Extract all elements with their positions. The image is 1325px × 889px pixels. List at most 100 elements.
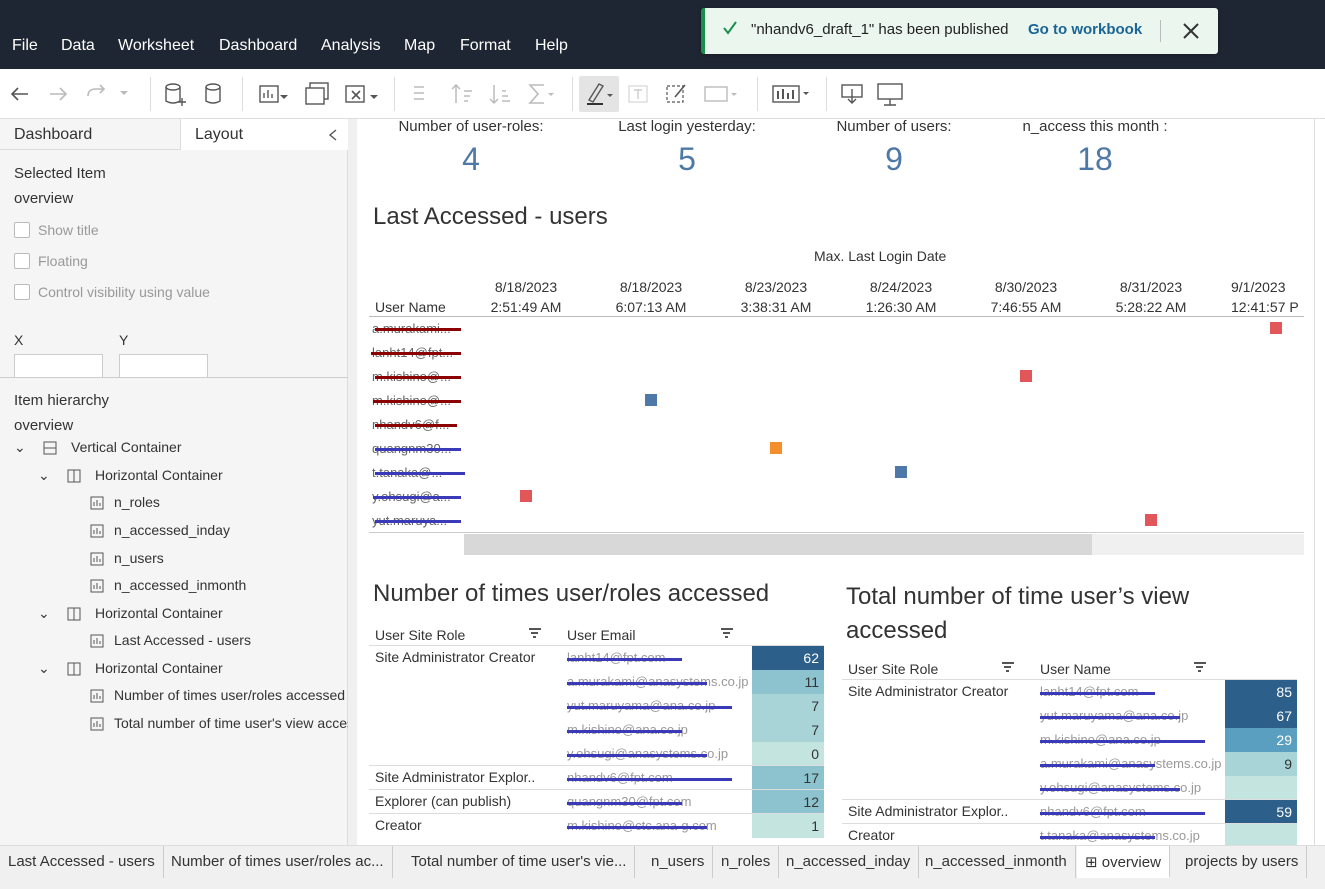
new-worksheet-icon[interactable] <box>258 81 288 107</box>
access-count-cell[interactable] <box>1225 776 1297 800</box>
site-role-cell[interactable]: Creator <box>848 827 895 843</box>
access-count-cell[interactable]: 7 <box>752 694 824 718</box>
kpi-users-value[interactable]: 9 <box>794 141 994 178</box>
hierarchy-item-total-number-of-views[interactable]: Total number of time user's view accesse… <box>114 715 348 731</box>
tab-n-accessed-inday[interactable]: n_accessed_inday <box>778 846 920 878</box>
clear-sheet-icon[interactable] <box>344 81 378 107</box>
menu-data[interactable]: Data <box>61 37 95 55</box>
table2-role-header[interactable]: User Site Role <box>848 661 938 677</box>
scrollbar-thumb[interactable] <box>464 534 1092 555</box>
hierarchy-item-horizontal-container[interactable]: Horizontal Container <box>95 660 223 676</box>
login-mark[interactable] <box>520 490 532 502</box>
tab-n-roles[interactable]: n_roles <box>713 846 780 878</box>
hierarchy-item-horizontal-container[interactable]: Horizontal Container <box>95 467 223 483</box>
duplicate-sheet-icon[interactable] <box>304 81 330 107</box>
go-to-workbook-link[interactable]: Go to workbook <box>1028 21 1142 38</box>
menu-analysis[interactable]: Analysis <box>321 37 381 55</box>
access-count-cell[interactable]: 9 <box>1225 752 1297 776</box>
x-position-input[interactable] <box>14 354 103 378</box>
y-position-input[interactable] <box>119 354 208 378</box>
sort-icon[interactable] <box>1001 661 1015 675</box>
access-count-cell[interactable]: 12 <box>752 790 824 814</box>
site-role-cell[interactable]: Site Administrator Creator <box>848 683 1008 699</box>
swap-rows-columns-icon[interactable] <box>410 81 434 107</box>
access-count-cell[interactable] <box>1225 824 1297 845</box>
hierarchy-item-n-users[interactable]: n_users <box>114 550 164 566</box>
kpi-last-login-value[interactable]: 5 <box>587 141 787 178</box>
site-role-cell[interactable]: Creator <box>375 817 422 833</box>
access-count-cell[interactable]: 67 <box>1225 704 1297 728</box>
hierarchy-item-last-accessed-users[interactable]: Last Accessed - users <box>114 632 251 648</box>
login-mark[interactable] <box>895 466 907 478</box>
site-role-cell[interactable]: Explorer (can publish) <box>375 793 511 809</box>
table2-name-header[interactable]: User Name <box>1040 661 1111 677</box>
hierarchy-item-n-accessed-inmonth[interactable]: n_accessed_inmonth <box>114 577 246 593</box>
menu-dashboard[interactable]: Dashboard <box>219 37 297 55</box>
menu-map[interactable]: Map <box>404 37 435 55</box>
access-count-cell[interactable]: 7 <box>752 718 824 742</box>
access-count-cell[interactable]: 17 <box>752 766 824 790</box>
site-role-cell[interactable]: Site Administrator Creator <box>375 649 535 665</box>
chevron-down-icon[interactable]: ⌄ <box>38 605 52 622</box>
access-count-cell[interactable]: 1 <box>752 814 824 838</box>
tab-number-of-times[interactable]: Number of times user/roles ac... <box>163 846 393 878</box>
login-mark[interactable] <box>770 442 782 454</box>
fit-icon[interactable] <box>703 81 743 107</box>
horizontal-scrollbar[interactable] <box>464 534 1304 555</box>
login-mark[interactable] <box>1270 322 1282 334</box>
replay-icon[interactable] <box>84 81 128 107</box>
tab-layout[interactable]: Layout <box>181 119 348 150</box>
site-role-cell[interactable]: Site Administrator Explor.. <box>375 769 535 785</box>
hierarchy-item-horizontal-container[interactable]: Horizontal Container <box>95 605 223 621</box>
login-mark[interactable] <box>1145 514 1157 526</box>
table1-role-header[interactable]: User Site Role <box>375 627 465 643</box>
tab-overview[interactable]: ⊞ overview <box>1077 846 1170 878</box>
download-icon[interactable] <box>840 81 864 107</box>
sort-ascending-icon[interactable] <box>450 81 474 107</box>
new-datasource-icon[interactable] <box>163 81 187 107</box>
show-me-icon[interactable] <box>771 81 813 107</box>
site-role-cell[interactable]: Site Administrator Explor.. <box>848 803 1008 819</box>
tab-last-accessed-users[interactable]: Last Accessed - users <box>0 846 164 878</box>
close-icon[interactable] <box>1182 22 1200 40</box>
kpi-access-month-value[interactable]: 18 <box>995 141 1195 178</box>
sort-descending-icon[interactable] <box>488 81 512 107</box>
format-workbook-icon[interactable] <box>665 81 689 107</box>
sort-icon[interactable] <box>720 627 734 641</box>
hierarchy-item-n-roles[interactable]: n_roles <box>114 494 160 510</box>
menu-help[interactable]: Help <box>535 37 568 55</box>
tab-n-users[interactable]: n_users <box>643 846 714 878</box>
highlight-icon[interactable] <box>579 76 619 112</box>
undo-icon[interactable] <box>8 81 30 107</box>
access-count-cell[interactable]: 59 <box>1225 800 1297 824</box>
floating-checkbox[interactable] <box>14 253 30 269</box>
access-count-cell[interactable]: 62 <box>752 646 824 670</box>
table1-email-header[interactable]: User Email <box>567 627 635 643</box>
control-visibility-checkbox[interactable] <box>14 284 30 300</box>
tab-n-accessed-inmonth[interactable]: n_accessed_inmonth <box>917 846 1076 878</box>
login-mark[interactable] <box>1020 370 1032 382</box>
access-count-cell[interactable]: 29 <box>1225 728 1297 752</box>
login-mark[interactable] <box>645 394 657 406</box>
tab-total-number[interactable]: Total number of time user's vie... <box>403 846 636 878</box>
sort-icon[interactable] <box>528 627 542 641</box>
redo-icon[interactable] <box>48 81 70 107</box>
totals-icon[interactable] <box>526 81 556 107</box>
pause-datasource-icon[interactable] <box>203 81 227 107</box>
hierarchy-item-n-accessed-inday[interactable]: n_accessed_inday <box>114 522 230 538</box>
sort-icon[interactable] <box>1193 661 1207 675</box>
tab-projects-by-users[interactable]: projects by users <box>1177 846 1308 878</box>
chevron-down-icon[interactable]: ⌄ <box>38 467 52 484</box>
access-count-cell[interactable]: 85 <box>1225 680 1297 704</box>
show-labels-icon[interactable] <box>627 81 649 107</box>
kpi-user-roles-value[interactable]: 4 <box>371 141 571 178</box>
chevron-down-icon[interactable]: ⌄ <box>38 660 52 677</box>
menu-worksheet[interactable]: Worksheet <box>118 37 194 55</box>
chevron-down-icon[interactable]: ⌄ <box>14 439 28 456</box>
presentation-mode-icon[interactable] <box>876 81 904 107</box>
hierarchy-item-vertical-container[interactable]: Vertical Container <box>71 439 182 455</box>
show-title-checkbox[interactable] <box>14 222 30 238</box>
menu-format[interactable]: Format <box>460 37 511 55</box>
menu-file[interactable]: File <box>12 37 38 55</box>
collapse-pane-icon[interactable] <box>328 129 338 141</box>
